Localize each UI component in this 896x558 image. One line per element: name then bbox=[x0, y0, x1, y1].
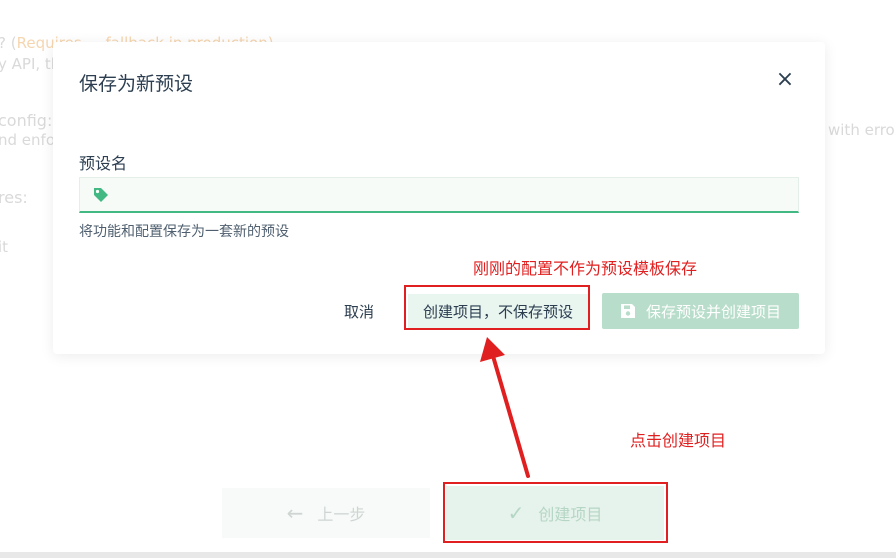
annotation-arrow-icon bbox=[480, 337, 530, 478]
